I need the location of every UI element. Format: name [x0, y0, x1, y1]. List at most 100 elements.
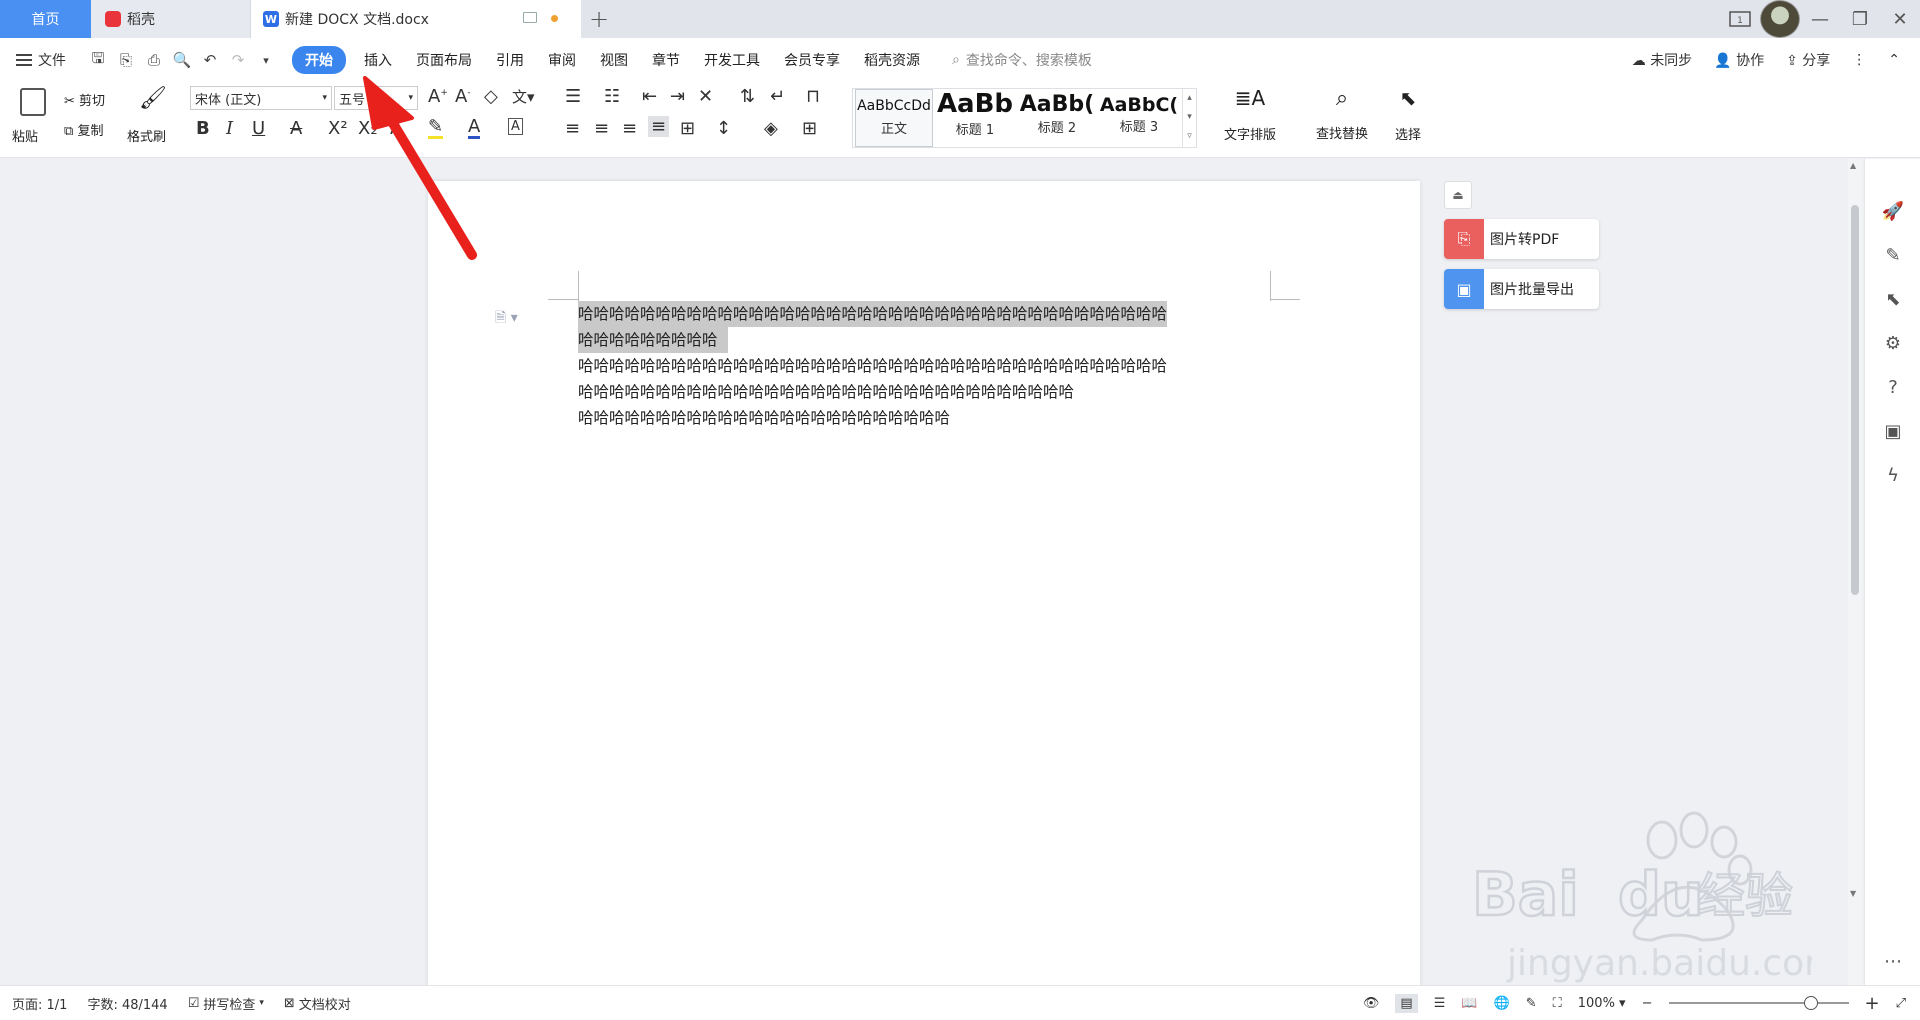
tab-references[interactable]: 引用	[496, 50, 524, 70]
phonetic-icon[interactable]: 文▾	[512, 86, 535, 107]
window-layout-icon[interactable]: 1	[1720, 0, 1760, 38]
bullet-list-icon[interactable]: ☰	[565, 86, 581, 107]
page-view-icon[interactable]: ▤	[1395, 993, 1418, 1013]
sort-icon[interactable]: ⇅	[740, 86, 755, 107]
pen-icon[interactable]: ✎	[1881, 243, 1905, 267]
numbered-list-icon[interactable]: ☷	[604, 86, 620, 107]
pointer-icon[interactable]: ⬉	[1881, 287, 1905, 311]
undo-icon[interactable]: ↶	[199, 49, 221, 71]
collapse-tools-icon[interactable]: ⏏	[1444, 181, 1472, 209]
superscript-icon[interactable]: X²	[328, 118, 348, 139]
paragraph-handle-icon[interactable]: 🗎 ▾	[495, 307, 518, 331]
avatar[interactable]	[1760, 0, 1800, 38]
more-icon[interactable]: ⋮	[1852, 52, 1866, 68]
chinese-layout-icon[interactable]: ✕	[698, 86, 713, 107]
scroll-down-icon[interactable]: ▼	[1850, 889, 1856, 898]
line-spacing-icon[interactable]: ↕	[716, 118, 731, 139]
format-painter-button[interactable]: 🖌 格式刷	[127, 86, 175, 152]
close-icon[interactable]: ✕	[1880, 0, 1920, 38]
tab-document[interactable]: W 新建 DOCX 文档.docx	[251, 0, 581, 38]
fit-page-icon[interactable]: ⛶	[1553, 996, 1562, 1011]
collab-button[interactable]: 👤 协作	[1714, 50, 1764, 70]
tab-home[interactable]: 首页	[0, 0, 91, 38]
fullscreen-icon[interactable]: ⤢	[1896, 996, 1906, 1011]
tab-daoke[interactable]: 稻壳	[91, 0, 251, 38]
page-indicator[interactable]: 页面: 1/1	[12, 994, 67, 1013]
decrease-indent-icon[interactable]: ⇤	[642, 86, 657, 107]
export-pdf-icon[interactable]: ⎘	[115, 49, 137, 71]
sliders-icon[interactable]: ⚙	[1881, 331, 1905, 355]
align-right-icon[interactable]: ≡	[622, 118, 637, 139]
help-icon[interactable]: ?	[1881, 375, 1905, 399]
find-replace-button[interactable]: ⌕ 查找替换	[1304, 86, 1380, 152]
grow-font-icon[interactable]: A+	[428, 86, 448, 107]
img-batch-export-button[interactable]: ▣ 图片批量导出	[1444, 269, 1599, 309]
style-heading2[interactable]: AaBb( 标题 2	[1017, 89, 1097, 147]
bold-icon[interactable]: B	[196, 118, 210, 139]
proofread-button[interactable]: ⊠ 文档校对	[284, 994, 351, 1013]
tab-insert[interactable]: 插入	[364, 50, 392, 70]
scroll-up-icon[interactable]: ▲	[1850, 161, 1856, 170]
redo-icon[interactable]: ↷	[227, 49, 249, 71]
clear-format-icon[interactable]: ◇	[484, 86, 498, 107]
underline-icon[interactable]: U	[252, 118, 265, 139]
tab-daoke-resources[interactable]: 稻壳资源	[864, 50, 920, 70]
show-marks-icon[interactable]: ↵	[770, 86, 785, 107]
tab-section[interactable]: 章节	[652, 50, 680, 70]
selected-text-line[interactable]: 哈哈哈哈哈哈哈哈哈哈哈哈哈哈哈哈哈哈哈哈哈哈哈哈哈哈哈哈哈哈哈哈哈哈哈哈哈哈	[578, 301, 1168, 327]
document-text[interactable]: 哈哈哈哈哈哈哈哈哈哈哈哈哈哈哈哈哈哈哈哈哈哈哈哈哈哈哈哈哈哈哈哈哈哈哈哈哈哈 哈…	[578, 301, 1278, 431]
char-border-icon[interactable]: A	[508, 118, 523, 135]
zoom-slider-knob[interactable]	[1803, 996, 1818, 1010]
text-effect-icon[interactable]: A	[390, 118, 402, 139]
justify-icon[interactable]: ≡	[648, 116, 670, 137]
zoom-out-icon[interactable]: −	[1642, 996, 1653, 1011]
italic-icon[interactable]: I	[226, 118, 233, 139]
collapse-ribbon-icon[interactable]: ⌃	[1888, 52, 1900, 68]
read-mode-icon[interactable]: 📖	[1461, 996, 1477, 1011]
img-to-pdf-button[interactable]: ⎘ 图片转PDF	[1444, 219, 1599, 259]
zoom-level[interactable]: 100% ▾	[1578, 996, 1626, 1011]
vertical-scrollbar[interactable]: ▲ ▼	[1848, 159, 1862, 985]
distributed-icon[interactable]: ⊞	[680, 118, 695, 139]
minimize-icon[interactable]: —	[1800, 0, 1840, 38]
outline-view-icon[interactable]: ☰	[1434, 996, 1446, 1011]
zoom-in-icon[interactable]: +	[1865, 993, 1880, 1014]
paste-button[interactable]: 粘贴	[12, 86, 54, 152]
rocket-icon[interactable]: 🚀	[1881, 199, 1905, 223]
sync-button[interactable]: ☁ 未同步	[1632, 50, 1692, 70]
document-page[interactable]: 哈哈哈哈哈哈哈哈哈哈哈哈哈哈哈哈哈哈哈哈哈哈哈哈哈哈哈哈哈哈哈哈哈哈哈哈哈哈 哈…	[428, 181, 1420, 985]
print-preview-icon[interactable]: 🔍	[171, 49, 193, 71]
font-color-icon[interactable]: A	[468, 118, 481, 139]
increase-indent-icon[interactable]: ⇥	[670, 86, 685, 107]
tab-stops-icon[interactable]: ⊓	[806, 86, 820, 107]
selected-text-line[interactable]: 哈哈哈哈哈哈哈哈哈	[578, 327, 728, 353]
new-tab-button[interactable]: +	[581, 0, 617, 38]
borders-icon[interactable]: ⊞	[802, 118, 817, 139]
scroll-thumb[interactable]	[1851, 205, 1859, 595]
tab-developer[interactable]: 开发工具	[704, 50, 760, 70]
style-heading3[interactable]: AaBbC( 标题 3	[1099, 89, 1179, 147]
style-heading1[interactable]: AaBb 标题 1	[935, 89, 1015, 147]
tab-member[interactable]: 会员专享	[784, 50, 840, 70]
eye-protect-icon[interactable]: 👁	[1363, 996, 1380, 1011]
share-button[interactable]: ⇪ 分享	[1786, 50, 1830, 70]
save-icon[interactable]: 🖫	[87, 49, 109, 71]
font-size-select[interactable]: 五号 ▾	[334, 86, 418, 110]
cut-button[interactable]: ✂ 剪切	[64, 90, 105, 109]
file-menu-button[interactable]: 文件	[16, 50, 66, 70]
tab-view[interactable]: 视图	[600, 50, 628, 70]
align-left-icon[interactable]: ≡	[565, 118, 580, 139]
lightning-icon[interactable]: ϟ	[1881, 463, 1905, 487]
customize-quick-access-icon[interactable]: ▾	[255, 49, 277, 71]
align-center-icon[interactable]: ≡	[594, 118, 609, 139]
print-icon[interactable]: ⎙	[143, 49, 165, 71]
command-search[interactable]: ⌕ 查找命令、搜索模板	[952, 50, 1092, 70]
tab-start[interactable]: 开始	[292, 46, 346, 74]
web-view-icon[interactable]: 🌐	[1494, 996, 1510, 1011]
write-mode-icon[interactable]: ✎	[1526, 996, 1537, 1011]
shading-icon[interactable]: ◈	[764, 118, 778, 139]
text-line[interactable]: 哈哈哈哈哈哈哈哈哈哈哈哈哈哈哈哈哈哈哈哈哈哈哈哈哈哈哈哈哈哈哈哈哈哈哈哈哈哈	[578, 353, 1270, 379]
text-line[interactable]: 哈哈哈哈哈哈哈哈哈哈哈哈哈哈哈哈哈哈哈哈哈哈哈哈	[578, 405, 1270, 431]
zoom-slider[interactable]	[1668, 996, 1849, 1010]
select-button[interactable]: ⬉ 选择	[1384, 86, 1432, 152]
